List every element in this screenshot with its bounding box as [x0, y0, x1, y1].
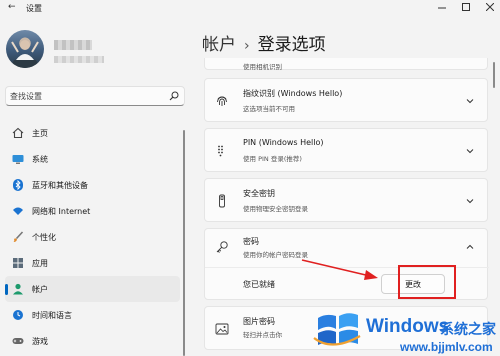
sidebar-item-label: 主页 — [32, 128, 48, 138]
fingerprint-title: 指纹识别 (Windows Hello) — [243, 89, 343, 98]
account-icon — [12, 283, 24, 295]
close-icon — [486, 3, 494, 11]
facial-recognition-sub: 使用相机识别 — [243, 63, 282, 71]
chevron-up-icon[interactable] — [465, 242, 475, 252]
security-key-icon — [219, 194, 225, 208]
sidebar-item-home[interactable]: 主页 — [5, 120, 180, 146]
sidebar-item-bluetooth[interactable]: 蓝牙和其他设备 — [5, 172, 180, 198]
pin-keypad-icon — [218, 145, 223, 157]
home-icon — [12, 127, 24, 139]
watermark-brand: Windows — [366, 316, 450, 337]
bluetooth-icon — [12, 179, 24, 191]
globe-clock-icon — [12, 309, 24, 321]
pin-title: PIN (Windows Hello) — [243, 138, 324, 147]
avatar[interactable] — [6, 30, 44, 68]
breadcrumb-separator: › — [244, 38, 250, 54]
content-scrollbar[interactable] — [493, 62, 495, 88]
minimize-button[interactable] — [430, 0, 454, 14]
maximize-button[interactable] — [454, 0, 478, 14]
close-button[interactable] — [478, 0, 500, 14]
sidebar-scrollbar[interactable] — [183, 130, 185, 356]
sidebar-nav: 主页 系统 蓝牙和其他设备 网络和 Internet 个性化 应用 帐户 时间和… — [0, 120, 185, 354]
password-sub: 使用你的帐户密码登录 — [243, 251, 308, 259]
picture-password-sub: 轻扫并点击你 — [243, 331, 282, 339]
system-icon — [12, 153, 24, 165]
security-key-title: 安全密钥 — [243, 189, 275, 198]
fingerprint-sub: 这选项当前不可用 — [243, 105, 295, 113]
game-icon — [12, 335, 24, 347]
watermark: Windows 系统之家 www.bjjmlv.com — [312, 308, 500, 356]
sidebar-item-label: 蓝牙和其他设备 — [32, 180, 88, 190]
windows-logo-icon — [313, 313, 361, 346]
picture-icon — [215, 323, 229, 335]
brush-icon — [12, 231, 24, 243]
watermark-brand-cn: 系统之家 — [440, 322, 496, 338]
annotation-highlight-box — [398, 265, 456, 299]
picture-password-title: 图片密码 — [243, 317, 275, 326]
minimize-icon — [438, 7, 446, 9]
wifi-icon — [12, 205, 24, 217]
security-key-card[interactable]: 安全密钥 使用物理安全密钥登录 — [204, 178, 488, 222]
pin-card[interactable]: PIN (Windows Hello) 使用 PIN 登录(推荐) — [204, 128, 488, 172]
search-icon[interactable] — [169, 91, 179, 101]
sidebar-item-system[interactable]: 系统 — [5, 146, 180, 172]
apps-icon — [12, 257, 24, 269]
sidebar-item-label: 网络和 Internet — [32, 206, 91, 216]
back-arrow-icon[interactable]: ← — [8, 2, 16, 12]
maximize-icon — [462, 3, 470, 11]
fingerprint-card[interactable]: 指纹识别 (Windows Hello) 这选项当前不可用 — [204, 78, 488, 122]
facial-recognition-card[interactable]: 使用相机识别 — [204, 58, 488, 71]
sidebar-item-label: 个性化 — [32, 232, 56, 242]
sidebar-item-label: 时间和语言 — [32, 310, 72, 320]
fingerprint-icon — [217, 96, 227, 106]
user-name-blurred — [54, 40, 92, 50]
app-title: 设置 — [26, 4, 42, 13]
password-title: 密码 — [243, 237, 259, 246]
sidebar-item-accounts[interactable]: 帐户 — [5, 276, 180, 302]
sidebar-item-label: 帐户 — [32, 284, 48, 294]
pin-sub: 使用 PIN 登录(推荐) — [243, 155, 302, 163]
breadcrumb: 帐户 › 登录选项 — [202, 30, 326, 55]
page-title: 登录选项 — [257, 35, 326, 55]
sidebar-item-network[interactable]: 网络和 Internet — [5, 198, 180, 224]
key-icon — [216, 241, 228, 253]
sidebar-item-personalization[interactable]: 个性化 — [5, 224, 180, 250]
sidebar-item-apps[interactable]: 应用 — [5, 250, 180, 276]
search-box[interactable] — [5, 86, 185, 106]
chevron-down-icon[interactable] — [465, 146, 475, 156]
password-status: 您已就绪 — [243, 280, 275, 289]
security-key-sub: 使用物理安全密钥登录 — [243, 205, 308, 213]
search-input[interactable] — [10, 89, 160, 103]
watermark-url: www.bjjmlv.com — [400, 340, 493, 354]
sidebar-item-label: 系统 — [32, 154, 48, 164]
sidebar-item-time-language[interactable]: 时间和语言 — [5, 302, 180, 328]
chevron-down-icon[interactable] — [465, 96, 475, 106]
sidebar-item-label: 游戏 — [32, 336, 48, 346]
user-email-blurred — [54, 56, 104, 63]
sidebar-item-label: 应用 — [32, 258, 48, 268]
title-bar: ← 设置 — [0, 0, 500, 18]
annotation-arrow — [301, 259, 378, 280]
breadcrumb-parent[interactable]: 帐户 — [202, 35, 236, 55]
chevron-down-icon[interactable] — [465, 196, 475, 206]
sidebar-item-gaming[interactable]: 游戏 — [5, 328, 180, 354]
